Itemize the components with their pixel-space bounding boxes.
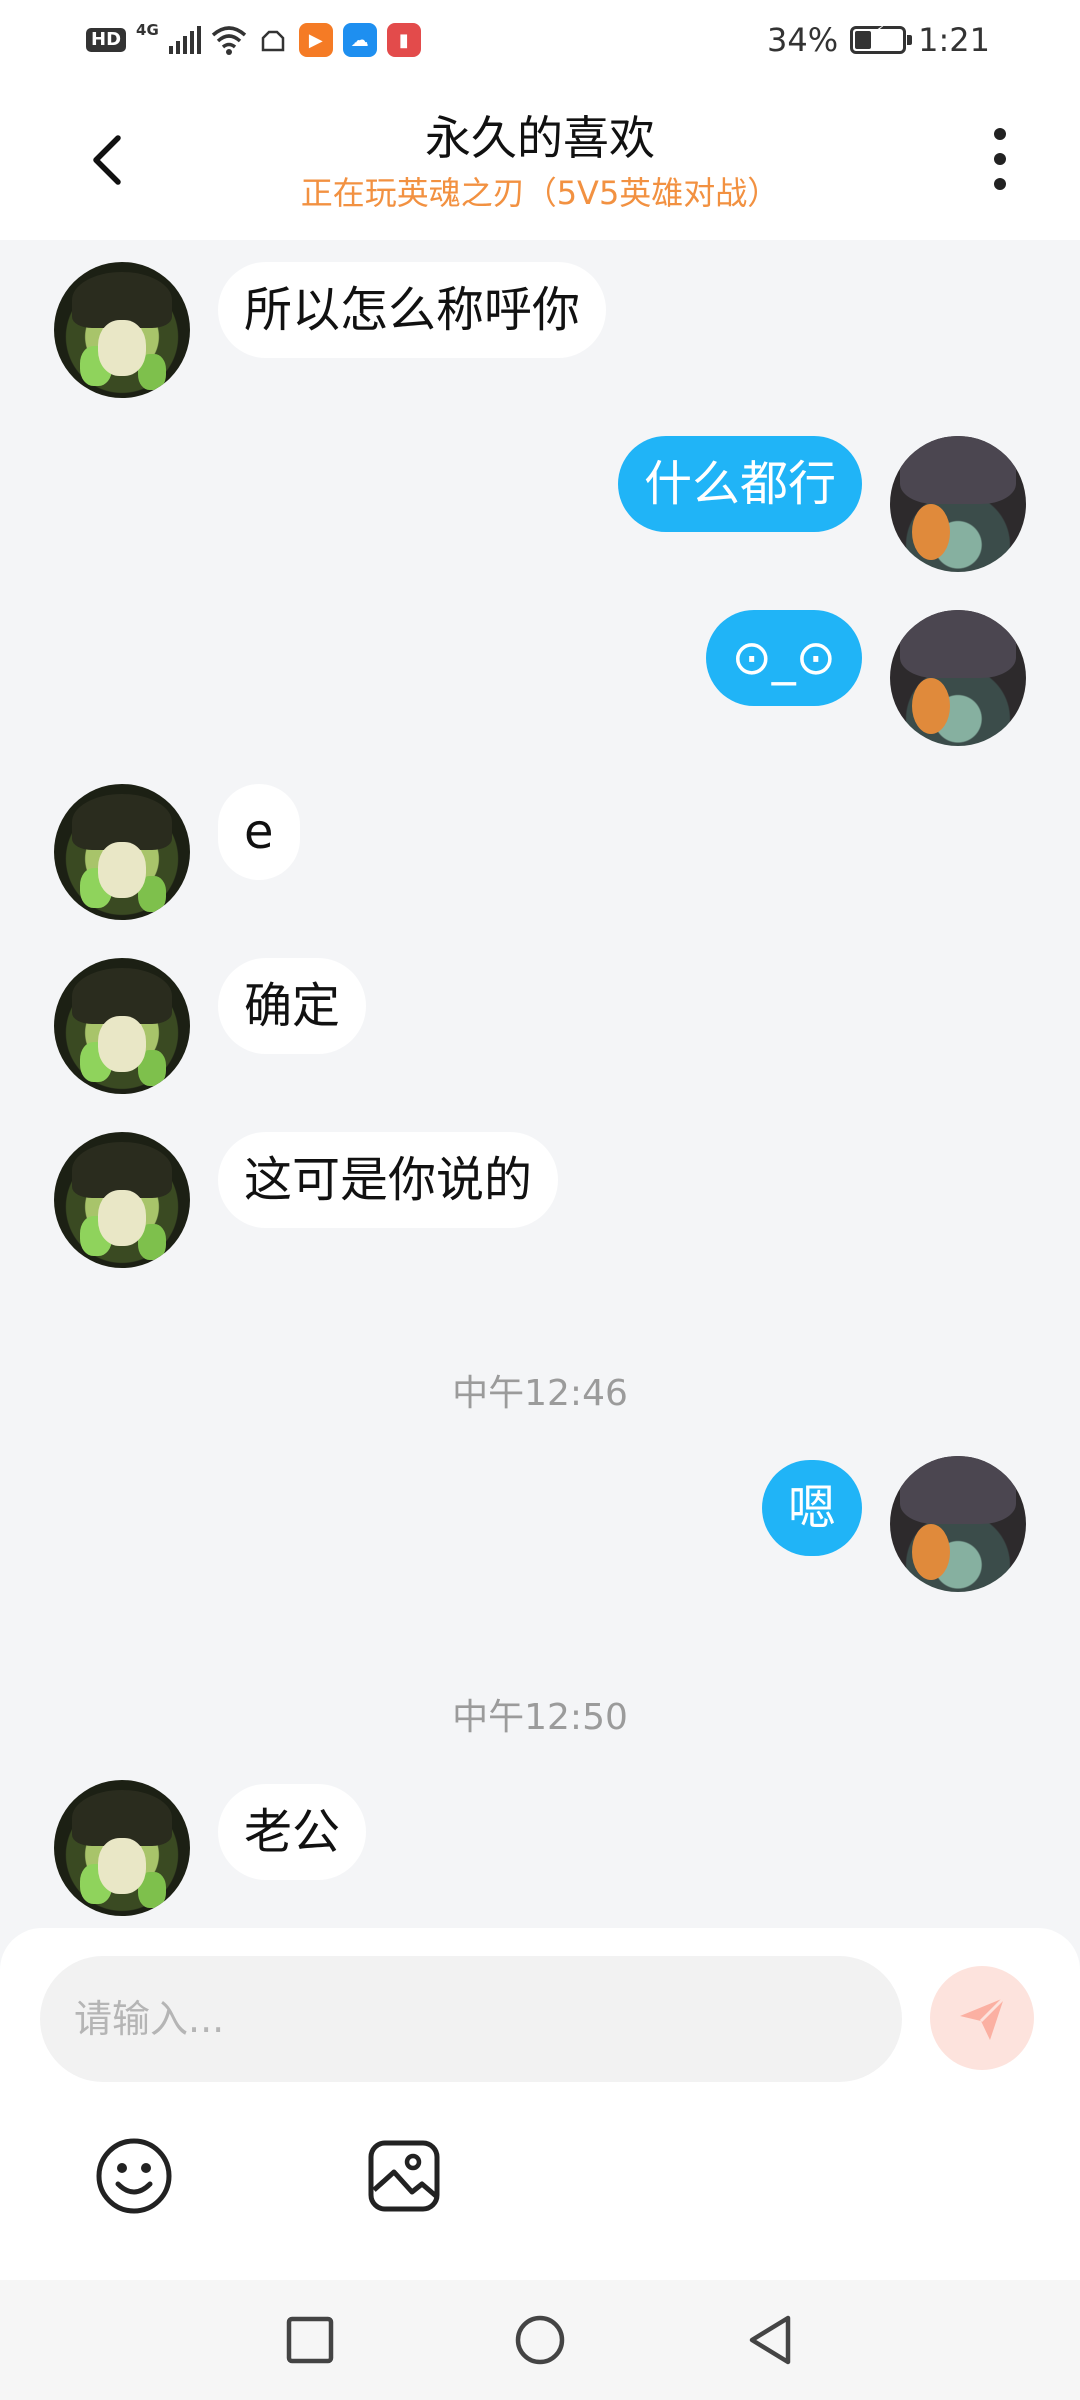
status-icons-left: HD 4G ▶ ☁ ▮ [86,18,421,62]
my-avatar[interactable] [890,1456,1026,1592]
outgoing-message[interactable]: 嗯 [761,1460,862,1556]
timestamp: 中午12:46 [452,1373,628,1414]
battery-icon: ⚡ [850,24,913,54]
timestamp: 中午12:50 [452,1697,628,1738]
home-icon[interactable] [510,2310,570,2370]
incoming-message[interactable]: 确定 [218,958,367,1054]
outgoing-message[interactable]: 什么都行 [617,436,862,532]
contact-name: 永久的喜欢 [425,111,655,165]
contact-avatar[interactable] [54,1132,190,1268]
battery-percent: 34% [767,21,839,59]
contact-avatar[interactable] [54,958,190,1094]
my-avatar[interactable] [890,436,1026,572]
signal-icon [168,26,201,54]
outgoing-message[interactable]: ⊙_⊙ [705,610,862,706]
video-app-icon: ▶ [298,23,333,57]
clock: 1:21 [918,21,990,59]
hd-badge: HD [86,28,127,52]
contact-status: 正在玩英魂之刃（5V5英雄对战） [300,174,780,212]
contact-avatar[interactable] [54,262,190,398]
contact-avatar[interactable] [54,784,190,920]
incoming-message[interactable]: 老公 [218,1784,367,1880]
status-bar: HD 4G ▶ ☁ ▮ 34% ⚡ 1:21 [0,0,1080,80]
contact-avatar[interactable] [54,1780,190,1916]
more-options-icon[interactable] [980,124,1020,194]
composer-panel [0,1928,1080,2280]
image-icon[interactable] [366,2138,442,2214]
reader-app-icon: ▮ [386,23,421,57]
recents-icon[interactable] [280,2310,340,2370]
incoming-message[interactable]: 这可是你说的 [218,1132,559,1228]
system-nav-bar [0,2280,1080,2400]
network-type: 4G [136,21,159,39]
incoming-message[interactable]: 所以怎么称呼你 [218,262,607,358]
my-avatar[interactable] [890,610,1026,746]
chat-header: 永久的喜欢 正在玩英魂之刃（5V5英雄对战） [0,80,1080,240]
wifi-icon [211,26,246,55]
status-icons-right: 34% ⚡ 1:21 [767,18,990,62]
incoming-message[interactable]: e [218,784,300,880]
send-icon [960,1996,1006,2040]
emoji-icon[interactable] [94,2136,174,2216]
send-button[interactable] [930,1966,1034,2070]
back-icon[interactable] [740,2310,800,2370]
message-input[interactable] [40,1956,902,2082]
cloud-icon [261,30,285,52]
weather-app-icon: ☁ [342,23,377,57]
